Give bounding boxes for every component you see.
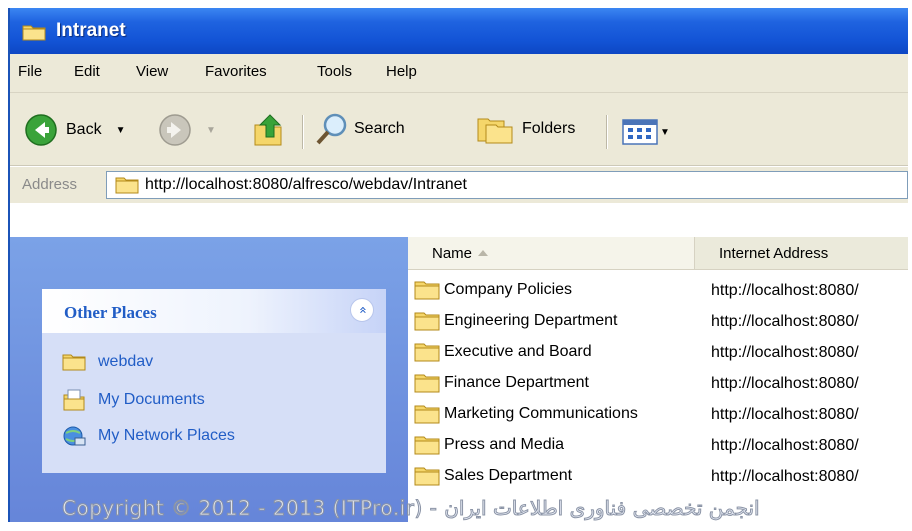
back-label: Back: [66, 121, 102, 138]
file-name-cell: Finance Department: [414, 373, 589, 393]
list-item[interactable]: Engineering Department http://localhost:…: [408, 308, 908, 339]
place-label: My Documents: [98, 391, 205, 408]
menu-edit[interactable]: Edit: [74, 63, 100, 80]
back-arrow-icon: [25, 114, 57, 146]
search-label: Search: [354, 120, 405, 137]
folder-icon: [22, 25, 46, 41]
explorer-window: Intranet File Edit View Favorites Tools …: [8, 8, 908, 522]
list-item[interactable]: Company Policies http://localhost:8080/: [408, 277, 908, 308]
list-item[interactable]: Press and Media http://localhost:8080/: [408, 432, 908, 463]
task-pane: Other Places « webdav My Documents My Ne…: [10, 237, 408, 522]
address-bar: Address http://localhost:8080/alfresco/w…: [10, 166, 908, 203]
list-item[interactable]: Marketing Communications http://localhos…: [408, 401, 908, 432]
folder-icon: [414, 312, 440, 331]
file-name: Finance Department: [444, 374, 589, 391]
views-dropdown-icon[interactable]: ▼: [660, 127, 670, 138]
folder-icon: [414, 436, 440, 455]
folder-icon: [62, 354, 86, 371]
file-name: Company Policies: [444, 281, 573, 298]
copyright-watermark: Copyright © 2012 - 2013 (ITPro.ir) - انج…: [62, 496, 760, 521]
file-list: Name Internet Address Company Policies h…: [408, 237, 908, 522]
up-folder-icon: [254, 114, 282, 146]
other-places-panel: Other Places « webdav My Documents My Ne…: [42, 289, 386, 473]
file-name-cell: Company Policies: [414, 280, 572, 300]
network-places-icon: [63, 426, 86, 446]
other-places-header[interactable]: Other Places «: [42, 289, 386, 333]
place-my-documents[interactable]: My Documents: [62, 389, 205, 411]
back-button[interactable]: Back ▼: [24, 113, 125, 147]
forward-dropdown-icon[interactable]: ▼: [206, 125, 216, 136]
column-name-label: Name: [432, 245, 473, 262]
forward-button[interactable]: ▼: [158, 113, 216, 147]
address-label: Address: [22, 176, 78, 193]
file-name: Sales Department: [444, 467, 573, 484]
column-header-name[interactable]: Name: [408, 237, 695, 270]
standard-buttons-row: Back ▼ ▼ Search Folders ▼: [10, 93, 908, 166]
place-my-network-places[interactable]: My Network Places: [62, 425, 235, 447]
file-address: http://localhost:8080/: [711, 313, 859, 330]
toolbar-separator: [606, 115, 608, 149]
my-documents-icon: [63, 389, 85, 411]
file-address: http://localhost:8080/: [711, 282, 859, 299]
folders-button[interactable]: Folders: [476, 113, 575, 145]
list-item[interactable]: Executive and Board http://localhost:808…: [408, 339, 908, 370]
other-places-title: Other Places: [64, 303, 157, 322]
folder-icon: [414, 281, 440, 300]
search-icon: [316, 113, 347, 145]
folder-icon: [414, 405, 440, 424]
forward-arrow-icon: [159, 114, 191, 146]
place-label: webdav: [98, 353, 154, 370]
menu-bar: File Edit View Favorites Tools Help: [10, 54, 908, 93]
window-title: Intranet: [56, 20, 126, 41]
folder-icon: [115, 177, 139, 194]
file-name-cell: Sales Department: [414, 466, 572, 486]
file-name-cell: Engineering Department: [414, 311, 617, 331]
folder-icon: [414, 467, 440, 486]
column-address-label: Internet Address: [719, 245, 829, 262]
column-header-internet-address[interactable]: Internet Address: [695, 237, 908, 270]
file-name: Engineering Department: [444, 312, 618, 329]
file-address: http://localhost:8080/: [711, 437, 859, 454]
menu-tools[interactable]: Tools: [317, 63, 352, 80]
views-button[interactable]: ▼: [622, 119, 670, 145]
menu-favorites[interactable]: Favorites: [205, 63, 267, 80]
sort-ascending-icon: [478, 250, 488, 256]
menu-file[interactable]: File: [18, 63, 42, 80]
collapse-icon[interactable]: «: [350, 298, 374, 322]
file-address: http://localhost:8080/: [711, 375, 859, 392]
place-label: My Network Places: [98, 427, 235, 444]
list-item[interactable]: Sales Department http://localhost:8080/: [408, 463, 908, 494]
file-address: http://localhost:8080/: [711, 406, 859, 423]
toolbar: Back ▼ ▼ Search Folders ▼ Address http:/…: [10, 93, 908, 203]
folder-icon: [414, 343, 440, 362]
views-icon: [622, 119, 658, 145]
file-address: http://localhost:8080/: [711, 344, 859, 361]
title-bar[interactable]: Intranet: [10, 8, 908, 54]
address-input[interactable]: http://localhost:8080/alfresco/webdav/In…: [106, 171, 908, 199]
file-name: Press and Media: [444, 436, 565, 453]
file-name: Executive and Board: [444, 343, 592, 360]
file-name: Marketing Communications: [444, 405, 638, 422]
up-folder-button[interactable]: [252, 111, 286, 147]
menu-view[interactable]: View: [136, 63, 168, 80]
search-button[interactable]: Search: [314, 111, 405, 147]
folders-label: Folders: [522, 120, 576, 137]
place-webdav[interactable]: webdav: [62, 353, 153, 371]
address-value: http://localhost:8080/alfresco/webdav/In…: [145, 176, 467, 193]
file-name-cell: Executive and Board: [414, 342, 592, 362]
folder-icon: [414, 374, 440, 393]
list-item[interactable]: Finance Department http://localhost:8080…: [408, 370, 908, 401]
file-address: http://localhost:8080/: [711, 468, 859, 485]
menu-help[interactable]: Help: [386, 63, 417, 80]
back-dropdown-icon[interactable]: ▼: [116, 125, 126, 136]
file-name-cell: Press and Media: [414, 435, 564, 455]
folders-icon: [477, 118, 513, 144]
toolbar-separator: [302, 115, 304, 149]
file-name-cell: Marketing Communications: [414, 404, 638, 424]
